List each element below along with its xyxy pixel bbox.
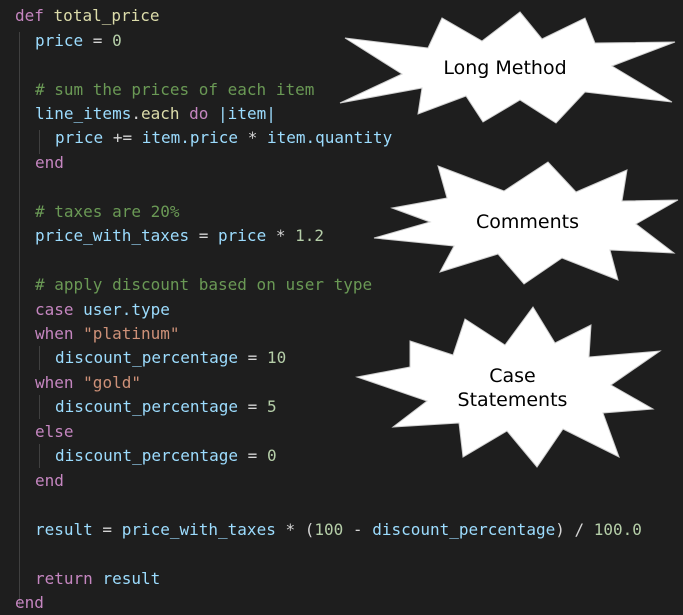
keyword-when: when bbox=[35, 373, 74, 392]
code-line-when-platinum: when "platinum" bbox=[35, 322, 180, 346]
code-line-price-init: price = 0 bbox=[35, 31, 122, 50]
variable-discount-percentage: discount_percentage bbox=[55, 397, 239, 416]
keyword-end: end bbox=[35, 153, 64, 172]
method-name: total_price bbox=[53, 6, 160, 25]
comment: # sum the prices of each item bbox=[35, 80, 315, 99]
comment: # apply discount based on user type bbox=[35, 275, 373, 294]
variable-discount-percentage: discount_percentage bbox=[55, 446, 239, 465]
block-param: |item| bbox=[218, 104, 276, 123]
string-gold: "gold" bbox=[83, 373, 141, 392]
variable-line-items: line_items bbox=[35, 104, 132, 123]
keyword-end: end bbox=[15, 593, 44, 612]
variable-price: price bbox=[218, 226, 267, 245]
code-line-discount-0: discount_percentage = 0 bbox=[55, 446, 277, 465]
variable-price-with-taxes: price_with_taxes bbox=[35, 226, 190, 245]
code-line-comment-tax: # taxes are 20% bbox=[35, 200, 180, 224]
item-price: item.price bbox=[141, 128, 239, 147]
code-line-price-increment: price += item.price * item.quantity bbox=[55, 126, 392, 150]
number-five: 5 bbox=[266, 397, 277, 416]
number-hundred-float: 100.0 bbox=[593, 520, 642, 539]
code-line-end: end bbox=[35, 469, 64, 493]
variable-result: result bbox=[102, 569, 161, 588]
operator-times: * bbox=[247, 128, 258, 147]
method-each: each bbox=[140, 104, 180, 123]
variable-price-with-taxes: price_with_taxes bbox=[121, 520, 276, 539]
user-type: user.type bbox=[83, 300, 170, 319]
number-zero: 0 bbox=[266, 446, 277, 465]
keyword-def: def bbox=[15, 6, 44, 25]
variable-price: price bbox=[35, 31, 84, 50]
number-ten: 10 bbox=[266, 348, 287, 367]
keyword-else: else bbox=[35, 422, 74, 441]
callout-long-method: Long Method bbox=[330, 10, 680, 125]
code-line-else: else bbox=[35, 420, 74, 444]
code-line-result: result = price_with_taxes * (100 - disco… bbox=[35, 520, 642, 539]
code-line-when-gold: when "gold" bbox=[35, 371, 141, 395]
indent-guide bbox=[39, 444, 40, 468]
variable-discount-percentage: discount_percentage bbox=[55, 348, 239, 367]
operator-plus-eq: += bbox=[112, 128, 133, 147]
indent-guide bbox=[39, 346, 40, 370]
indent-guide bbox=[19, 32, 20, 608]
callout-label: Long Method bbox=[443, 56, 567, 79]
code-line-discount-10: discount_percentage = 10 bbox=[55, 348, 287, 367]
code-line-end: end bbox=[35, 151, 64, 175]
string-platinum: "platinum" bbox=[83, 324, 180, 343]
keyword-do: do bbox=[189, 104, 209, 123]
item-quantity: item.quantity bbox=[266, 128, 393, 147]
callout-comments: Comments bbox=[372, 158, 683, 286]
callout-case-statements: Case Statements bbox=[355, 305, 670, 470]
code-line-def: def total_price bbox=[15, 4, 160, 28]
code-line-comment-discount: # apply discount based on user type bbox=[35, 273, 372, 297]
code-line-return: return result bbox=[35, 567, 160, 591]
variable-discount-percentage: discount_percentage bbox=[372, 520, 556, 539]
code-line-comment-sum: # sum the prices of each item bbox=[35, 78, 314, 102]
number-tax-rate: 1.2 bbox=[295, 226, 325, 245]
number-hundred: 100 bbox=[314, 520, 344, 539]
variable-result: result bbox=[35, 520, 93, 539]
operator-times: * bbox=[275, 226, 286, 245]
variable-price: price bbox=[55, 128, 104, 147]
keyword-case: case bbox=[35, 300, 74, 319]
code-line-price-with-taxes: price_with_taxes = price * 1.2 bbox=[35, 226, 325, 245]
code-line-discount-5: discount_percentage = 5 bbox=[55, 397, 277, 416]
operator-times: * bbox=[285, 520, 296, 539]
number-zero: 0 bbox=[112, 31, 122, 50]
comment: # taxes are 20% bbox=[35, 202, 180, 221]
indent-guide bbox=[39, 395, 40, 419]
keyword-end: end bbox=[35, 471, 64, 490]
keyword-return: return bbox=[35, 569, 93, 588]
keyword-when: when bbox=[35, 324, 74, 343]
code-line-case: case user.type bbox=[35, 298, 170, 322]
callout-label: Comments bbox=[476, 211, 579, 233]
code-line-each: line_items.each do |item| bbox=[35, 104, 276, 123]
code-line-end-def: end bbox=[15, 591, 44, 615]
callout-label: Case Statements bbox=[457, 364, 568, 411]
